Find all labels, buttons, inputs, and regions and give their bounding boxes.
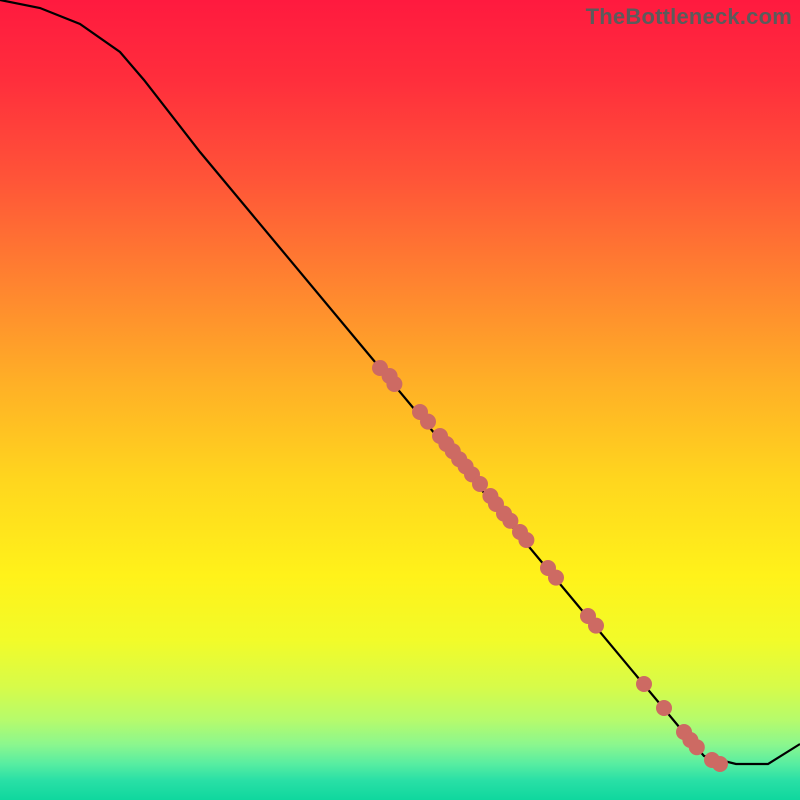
data-point	[588, 618, 604, 634]
data-point	[636, 676, 652, 692]
data-points	[372, 360, 728, 772]
data-point	[548, 570, 564, 586]
data-point	[712, 756, 728, 772]
data-point	[518, 532, 534, 548]
data-point	[386, 376, 402, 392]
chart-container: TheBottleneck.com	[0, 0, 800, 800]
chart-overlay	[0, 0, 800, 800]
data-point	[420, 414, 436, 430]
data-point	[656, 700, 672, 716]
data-point	[689, 739, 705, 755]
